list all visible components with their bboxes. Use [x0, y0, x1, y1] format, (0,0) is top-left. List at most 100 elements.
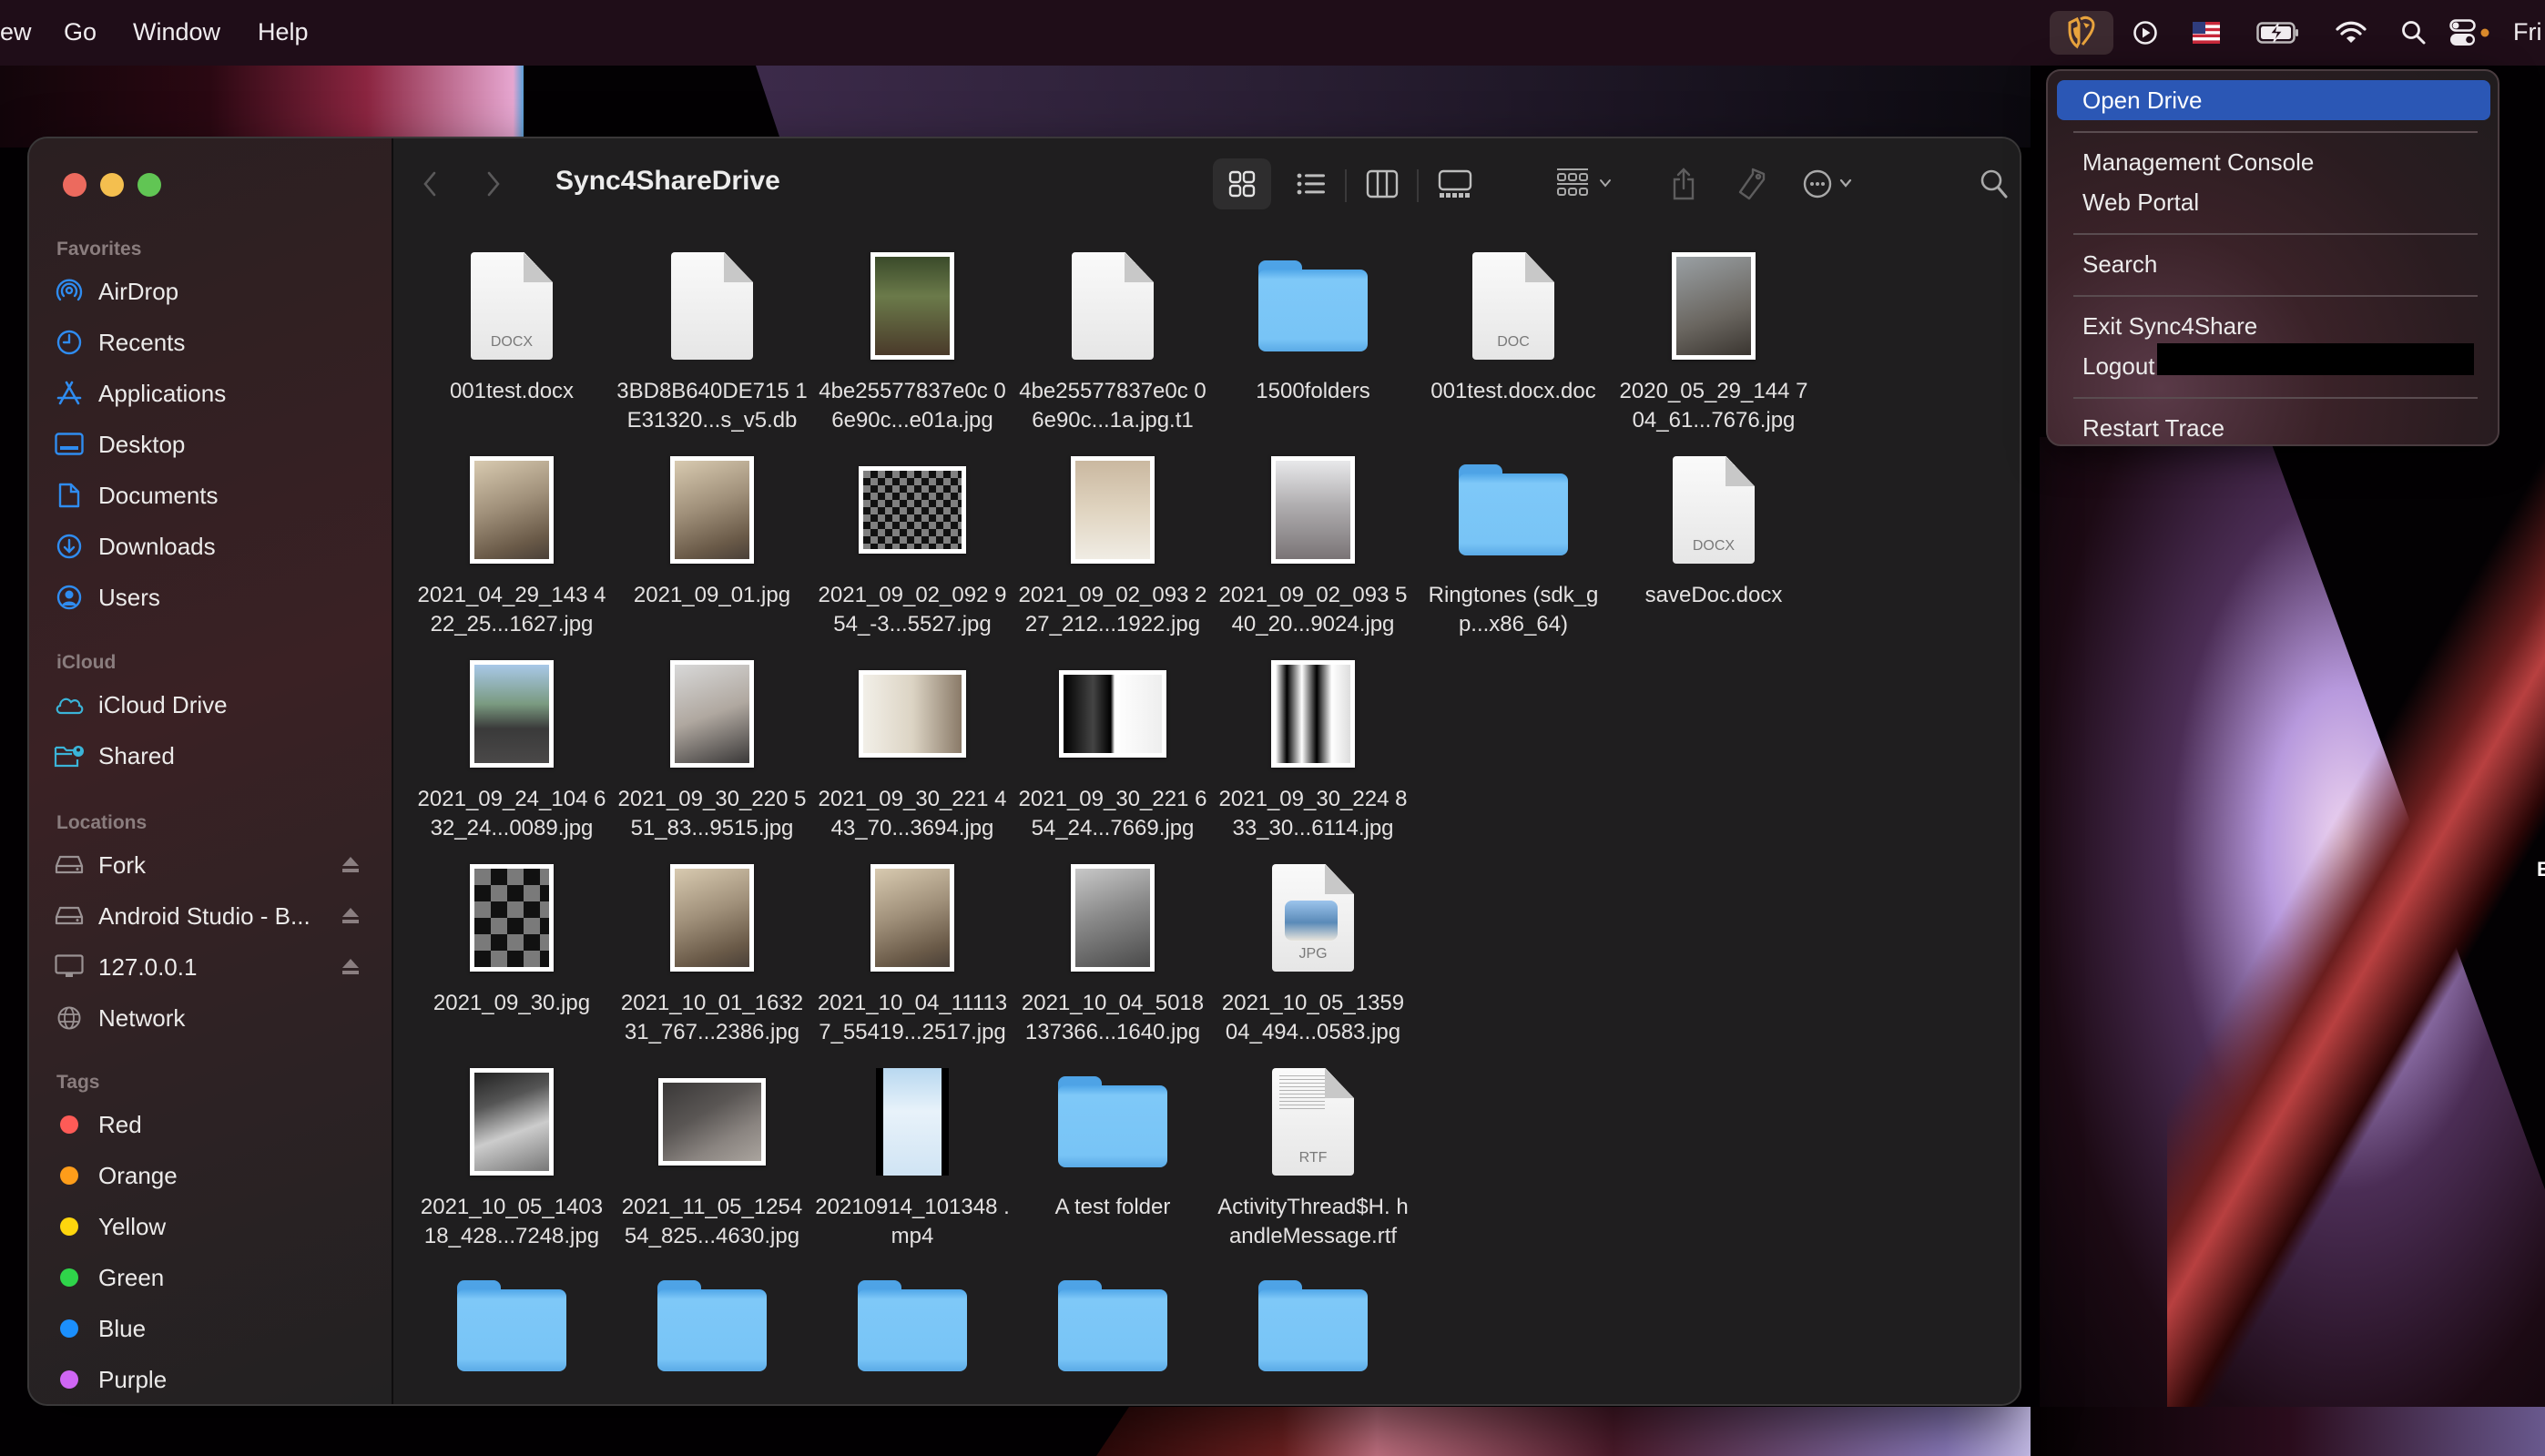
sidebar-item-airdrop[interactable]: AirDrop [51, 269, 388, 314]
file-item[interactable]: 2021_09_30_221 654_24...7669.jpg [1013, 657, 1213, 843]
file-item[interactable]: 2021_09_02_092 954_-3...5527.jpg [812, 453, 1013, 639]
file-item[interactable]: 2021_09_01.jpg [612, 453, 812, 610]
folder-item[interactable]: A test folder [1013, 1065, 1213, 1222]
file-item[interactable]: 2021_04_29_143 422_25...1627.jpg [412, 453, 612, 639]
image-thumbnail [658, 1078, 766, 1166]
sidebar-tag-blue[interactable]: Blue [51, 1306, 388, 1351]
forward-button[interactable] [475, 166, 512, 202]
menu-item-restart-trace[interactable]: Restart Trace [2057, 408, 2490, 448]
menu-item-search[interactable]: Search [2057, 244, 2490, 284]
folder-item[interactable] [412, 1269, 612, 1382]
file-item[interactable]: 3BD8B640DE715 1E31320...s_v5.db [612, 249, 812, 435]
menu-item-management-console[interactable]: Management Console [2057, 142, 2490, 182]
column-view-button[interactable] [1357, 158, 1408, 209]
file-item[interactable]: RTF ActivityThread$H. handleMessage.rtf [1213, 1065, 1413, 1251]
sidebar-item-shared[interactable]: Shared [51, 733, 388, 779]
gallery-view-button[interactable] [1428, 158, 1482, 209]
menu-item-web-portal[interactable]: Web Portal [2057, 182, 2490, 222]
file-thumbnail [412, 1065, 612, 1178]
share-button[interactable] [1661, 158, 1706, 209]
sidebar-item-applications[interactable]: Applications [51, 371, 388, 416]
sidebar-item-desktop[interactable]: Desktop [51, 422, 388, 467]
menu-item-open-drive[interactable]: Open Drive [2057, 80, 2490, 120]
sync4share-shield-icon[interactable] [2050, 11, 2113, 55]
file-item[interactable]: 4be25577837e0c 06e90c...1a.jpg.t1 [1013, 249, 1213, 435]
play-circle-icon[interactable] [2127, 11, 2163, 55]
sidebar-item-fork[interactable]: Fork [51, 842, 388, 888]
folder-item[interactable] [1013, 1269, 1213, 1382]
control-center-icon[interactable] [2448, 11, 2493, 55]
document-icon: DOCX [471, 252, 553, 360]
folder-item[interactable] [1213, 1269, 1413, 1382]
wifi-icon[interactable] [2333, 11, 2369, 55]
menu-help[interactable]: Help [258, 18, 309, 46]
icon-view-button[interactable] [1213, 158, 1271, 209]
file-name: 2021_10_05_1359 04_494...0583.jpg [1221, 991, 1405, 1044]
file-item[interactable]: 2021_09_02_093 540_20...9024.jpg [1213, 453, 1413, 639]
file-item[interactable]: DOCX 001test.docx [412, 249, 612, 406]
menu-separator [2073, 397, 2478, 399]
menu-go[interactable]: Go [64, 18, 97, 46]
sidebar-item-network[interactable]: Network [51, 995, 388, 1041]
file-item[interactable]: 2021_09_30_220 551_83...9515.jpg [612, 657, 812, 843]
toolbar-divider [1345, 169, 1347, 202]
menu-view[interactable]: ew [0, 18, 32, 46]
sidebar-item-android-studio[interactable]: Android Studio - B... [51, 893, 388, 939]
minimize-window-button[interactable] [100, 173, 124, 197]
close-window-button[interactable] [63, 173, 87, 197]
file-item[interactable]: 2021_09_24_104 632_24...0089.jpg [412, 657, 612, 843]
eject-icon[interactable] [341, 854, 361, 874]
file-item[interactable]: 2021_09_02_093 227_212...1922.jpg [1013, 453, 1213, 639]
file-item[interactable]: 2021_10_05_1403 18_428...7248.jpg [412, 1065, 612, 1251]
sidebar-item-icloud-drive[interactable]: iCloud Drive [51, 682, 388, 728]
sidebar-item-label: AirDrop [98, 277, 179, 305]
folder-icon [1459, 464, 1568, 555]
sidebar-item-users[interactable]: Users [51, 575, 388, 620]
folder-item[interactable]: Ringtones (sdk_gp...x86_64) [1413, 453, 1614, 639]
file-item[interactable]: 2021_09_30_224 833_30...6114.jpg [1213, 657, 1413, 843]
sidebar-item-label: Users [98, 583, 160, 611]
us-flag-icon[interactable] [2190, 11, 2223, 55]
menu-bar-clock[interactable]: Fri [2513, 18, 2541, 46]
eject-icon[interactable] [341, 905, 361, 925]
more-actions-button[interactable] [1796, 158, 1868, 209]
file-item[interactable]: DOCX saveDoc.docx [1614, 453, 1814, 610]
folder-item[interactable] [812, 1269, 1013, 1382]
file-item[interactable]: JPG 2021_10_05_1359 04_494...0583.jpg [1213, 861, 1413, 1047]
file-item[interactable]: 2021_09_30_221 443_70...3694.jpg [812, 657, 1013, 843]
sidebar-item-recents[interactable]: Recents [51, 320, 388, 365]
group-by-button[interactable] [1546, 158, 1624, 209]
list-view-button[interactable] [1286, 158, 1337, 209]
file-name: ActivityThread$H. handleMessage.rtf [1217, 1195, 1409, 1248]
sidebar-item-label: Yellow [98, 1212, 167, 1240]
back-button[interactable] [412, 166, 448, 202]
sidebar-tag-yellow[interactable]: Yellow [51, 1204, 388, 1249]
menu-window[interactable]: Window [133, 18, 220, 46]
image-thumbnail [670, 660, 754, 768]
file-item[interactable]: 2021_09_30.jpg [412, 861, 612, 1018]
file-item[interactable]: 4be25577837e0c 06e90c...e01a.jpg [812, 249, 1013, 435]
zoom-window-button[interactable] [137, 173, 161, 197]
battery-charging-icon[interactable] [2255, 11, 2302, 55]
file-item[interactable]: 2021_11_05_1254 54_825...4630.jpg [612, 1065, 812, 1251]
file-item[interactable]: 2021_10_04_5018 137366...1640.jpg [1013, 861, 1213, 1047]
sidebar-item-downloads[interactable]: Downloads [51, 524, 388, 569]
file-item[interactable]: 2020_05_29_144 704_61...7676.jpg [1614, 249, 1814, 435]
file-item[interactable]: DOC 001test.docx.doc [1413, 249, 1614, 406]
sidebar-item-localhost[interactable]: 127.0.0.1 [51, 944, 388, 990]
file-item[interactable]: 2021_10_04_11113 7_55419...2517.jpg [812, 861, 1013, 1047]
eject-icon[interactable] [341, 956, 361, 976]
sidebar-tag-orange[interactable]: Orange [51, 1153, 388, 1198]
spotlight-search-icon[interactable] [2397, 11, 2430, 55]
sidebar-tag-green[interactable]: Green [51, 1255, 388, 1300]
sidebar-tag-red[interactable]: Red [51, 1102, 388, 1147]
file-item[interactable]: 20210914_101348 .mp4 [812, 1065, 1013, 1251]
menu-item-exit-sync4share[interactable]: Exit Sync4Share [2057, 306, 2490, 346]
sidebar-tag-purple[interactable]: Purple [51, 1357, 388, 1402]
sidebar-item-documents[interactable]: Documents [51, 473, 388, 518]
folder-item[interactable]: 1500folders [1213, 249, 1413, 406]
search-button[interactable] [1971, 158, 2017, 209]
folder-item[interactable] [612, 1269, 812, 1382]
tags-button[interactable] [1729, 158, 1775, 209]
file-item[interactable]: 2021_10_01_1632 31_767...2386.jpg [612, 861, 812, 1047]
